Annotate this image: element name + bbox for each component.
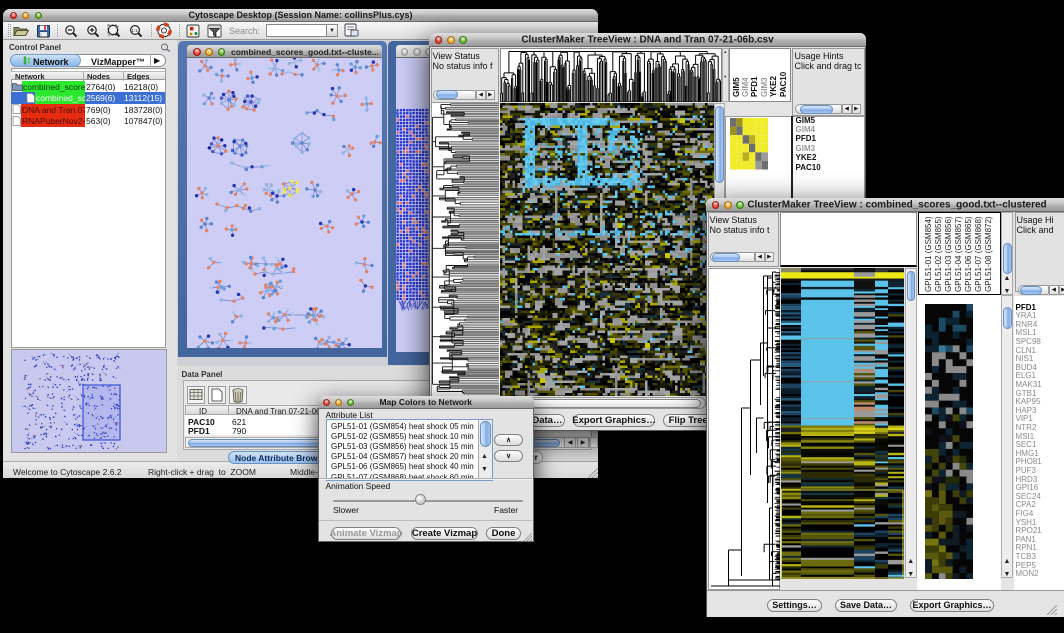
svg-text:1:1: 1:1 [132,28,139,33]
